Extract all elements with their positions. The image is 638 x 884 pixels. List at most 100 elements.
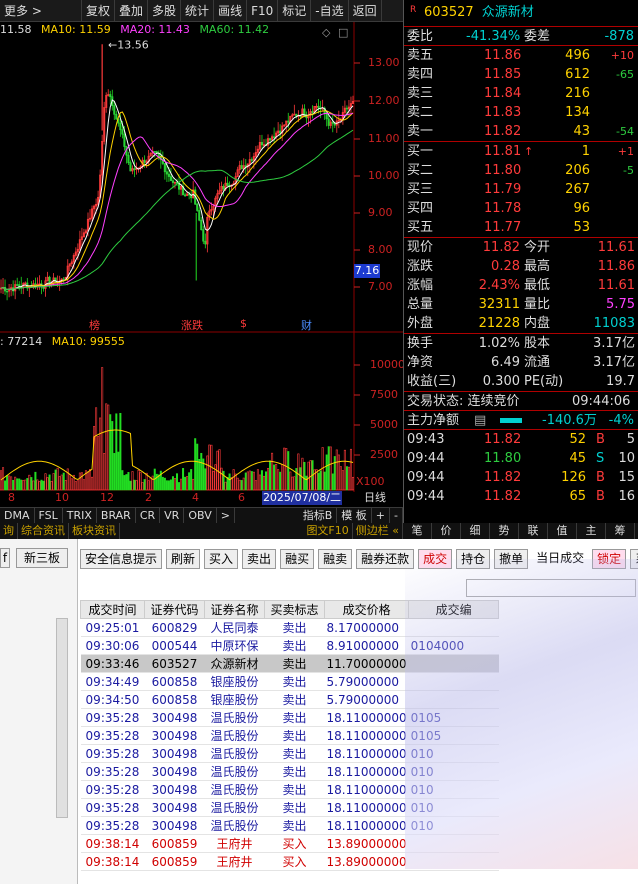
column-header[interactable]: 证券名称 <box>204 600 265 619</box>
indicator-tab[interactable]: > <box>217 508 235 523</box>
quote-tab[interactable]: 势 <box>490 523 519 539</box>
volume-bar <box>161 476 164 491</box>
toolbar-button-1[interactable]: 叠加 <box>115 0 149 22</box>
indicator-tab[interactable]: 模 板 <box>337 508 372 523</box>
column-header[interactable]: 买卖标志 <box>264 600 325 619</box>
candle-body <box>6 290 9 293</box>
toolbar-button-3[interactable]: 统计 <box>181 0 215 22</box>
main-flow-icon[interactable]: ▤ <box>474 411 486 430</box>
period-daily-button[interactable]: 日线 <box>364 491 386 505</box>
stat-value: 0.300 <box>482 374 520 389</box>
level-price: 11.86 <box>484 48 522 63</box>
volume-bar <box>121 470 124 491</box>
toolbar-button-2[interactable]: 多股 <box>148 0 182 22</box>
volume-bar <box>175 473 179 491</box>
toolbar-button-0[interactable]: 复权 <box>82 0 116 22</box>
stat-value: 0.28 <box>491 259 520 274</box>
r-badge: R <box>410 5 417 15</box>
level-price: 11.85 <box>484 67 522 82</box>
ask-level[interactable]: 卖四 11.85 612 -65 <box>404 65 638 84</box>
volume-bar <box>54 469 57 491</box>
volume-bar <box>80 472 83 491</box>
trade-button[interactable]: 卖出 <box>242 549 277 569</box>
toolbar-button-8[interactable]: 返回 <box>349 0 382 22</box>
level-volume: 96 <box>573 201 590 216</box>
volume-bar <box>139 472 142 491</box>
candle-body <box>153 150 156 153</box>
indicator-tab[interactable]: FSL <box>35 508 63 523</box>
ask-level[interactable]: 卖二 11.83 134 <box>404 103 638 122</box>
indicator-tab[interactable]: 指标B <box>299 508 338 523</box>
event-marker[interactable]: 榜 <box>89 317 100 333</box>
volume-bar <box>200 452 203 491</box>
bid-level[interactable]: 买五 11.77 53 <box>404 218 638 237</box>
volume-bar <box>115 413 118 491</box>
event-marker[interactable]: 涨跌 <box>181 317 203 333</box>
volume-bar <box>194 438 197 491</box>
nav-button-neeq[interactable]: 新三板 <box>16 548 68 568</box>
toolbar-button-4[interactable]: 画线 <box>214 0 248 22</box>
bid-level[interactable]: 买一 11.81 ↑ 1 +1 <box>404 142 638 161</box>
tick-list: 09:43 11.82 52 B 5 09:44 11.80 45 S 10 09:44 11.82 1… <box>404 429 638 506</box>
info-tab[interactable]: 侧边栏 « <box>353 523 403 539</box>
indicator-tab[interactable]: CR <box>136 508 161 523</box>
indicator-tab[interactable]: DMA <box>0 508 35 523</box>
quote-tab[interactable]: 联 <box>519 523 548 539</box>
stat-row: 收益(三) 0.300 PE(动) 19.7 <box>407 374 635 389</box>
nav-button-f[interactable]: f <box>0 548 10 568</box>
column-header[interactable]: 成交价格 <box>323 600 410 619</box>
quote-tab[interactable]: 价 <box>432 523 461 539</box>
volume-bar <box>127 472 130 491</box>
quote-tab[interactable]: 细 <box>461 523 490 539</box>
info-tab[interactable]: 询 <box>0 523 18 539</box>
left-scrollbar[interactable] <box>56 618 68 818</box>
trade-button[interactable]: 融卖 <box>318 549 353 569</box>
ask-level[interactable]: 卖一 11.82 43 -54 <box>404 122 638 141</box>
volume-bar <box>173 478 176 491</box>
candle-body <box>226 182 229 186</box>
toolbar-button-5[interactable]: F10 <box>247 0 279 22</box>
column-header[interactable]: 成交时间 <box>80 600 145 619</box>
bid-level[interactable]: 买三 11.79 267 <box>404 180 638 199</box>
indicator-tab[interactable]: TRIX <box>63 508 97 523</box>
volume-bar <box>167 480 170 491</box>
volume-bar <box>317 472 320 491</box>
more-menu-button[interactable]: 更多 > <box>0 0 82 22</box>
volume-bar <box>12 479 15 491</box>
column-header[interactable]: 证券代码 <box>144 600 205 619</box>
volume-bar <box>4 480 7 491</box>
quote-tab[interactable]: 值 <box>548 523 577 539</box>
quote-tab[interactable]: 筹 <box>606 523 635 539</box>
level-volume: 1 <box>581 144 590 159</box>
indicator-tab[interactable]: - <box>390 508 403 523</box>
candle-body <box>345 107 348 110</box>
indicator-tab[interactable]: BRAR <box>97 508 136 523</box>
candle-body <box>200 219 203 231</box>
indicator-tab[interactable]: + <box>372 508 391 523</box>
event-marker[interactable]: 财 <box>301 317 312 333</box>
event-marker[interactable]: $ <box>240 317 247 330</box>
bid-level[interactable]: 买二 11.80 206 -5 <box>404 161 638 180</box>
candle-body <box>129 162 132 172</box>
chart-toolbar: 更多 > 复权 叠加 多股 统计 画线 F10 标记 -自选 返回 <box>0 0 403 22</box>
ask-level[interactable]: 卖三 11.84 216 <box>404 84 638 103</box>
trade-button[interactable]: 刷新 <box>166 549 201 569</box>
quote-tab[interactable]: 笔 <box>403 523 432 539</box>
bid-level[interactable]: 买四 11.78 96 <box>404 199 638 218</box>
volume-bar <box>309 460 312 491</box>
trade-button[interactable]: 买入 <box>204 549 239 569</box>
ask-level[interactable]: 卖五 11.86 496 +10 <box>404 46 638 65</box>
trade-button[interactable]: 安全信息提示 <box>80 549 163 569</box>
kline-chart[interactable]: ←13.56◇ □ <box>0 22 403 492</box>
indicator-tab[interactable]: OBV <box>184 508 217 523</box>
volume-bar <box>20 479 23 491</box>
trade-button[interactable]: 融买 <box>280 549 315 569</box>
indicator-tab[interactable]: VR <box>160 508 185 523</box>
toolbar-button-7[interactable]: -自选 <box>311 0 349 22</box>
toolbar-button-6[interactable]: 标记 <box>278 0 312 22</box>
quote-tab[interactable]: 主 <box>577 523 606 539</box>
volume-bar <box>303 461 306 491</box>
info-tab[interactable]: 板块资讯 <box>69 523 120 539</box>
info-tab[interactable]: 综合资讯 <box>18 523 69 539</box>
info-tab[interactable]: 图文F10 <box>303 523 353 539</box>
